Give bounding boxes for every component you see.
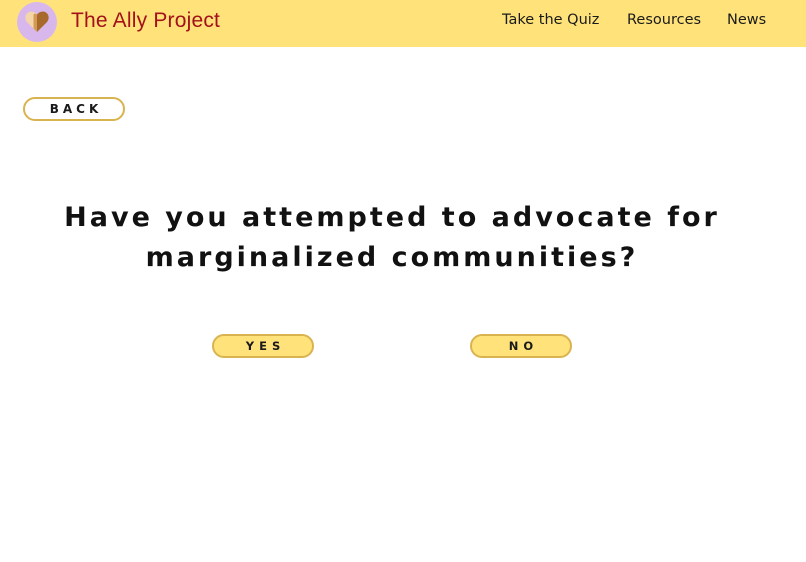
brand-title[interactable]: The Ally Project <box>71 9 220 33</box>
quiz-question: Have you attempted to advocate for margi… <box>64 202 720 273</box>
navbar: The Ally Project Take the Quiz Resources… <box>0 0 806 47</box>
back-button[interactable]: BACK <box>23 97 125 121</box>
nav-news[interactable]: News <box>727 12 766 28</box>
no-button[interactable]: NO <box>470 334 572 358</box>
nav-resources[interactable]: Resources <box>627 12 701 28</box>
logo[interactable] <box>17 2 57 42</box>
heart-icon <box>25 11 49 32</box>
nav-take-the-quiz[interactable]: Take the Quiz <box>502 12 599 28</box>
yes-button[interactable]: YES <box>212 334 314 358</box>
